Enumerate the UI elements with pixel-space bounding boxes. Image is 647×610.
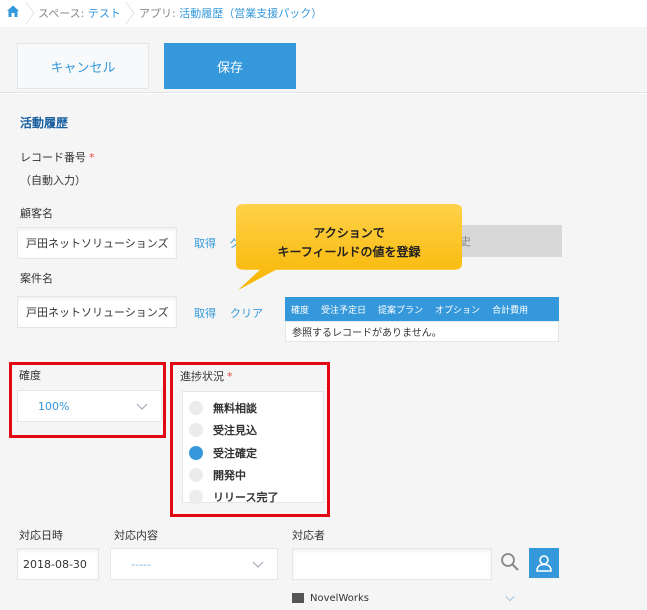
- person-search-input[interactable]: [292, 548, 492, 580]
- callout-line-2: キーフィールドの値を登録: [277, 245, 421, 259]
- content-value: -----: [131, 557, 151, 571]
- chevron-down-icon: [252, 561, 264, 568]
- save-button[interactable]: 保存: [164, 43, 296, 89]
- user-icon: [536, 555, 552, 572]
- breadcrumb-space[interactable]: スペース: テスト: [38, 5, 121, 21]
- content-label: 対応内容: [114, 529, 158, 542]
- column-header: 合計費用: [492, 305, 529, 316]
- record-no-label: レコード番号 *: [20, 149, 95, 165]
- record-no-label-text: レコード番号: [20, 151, 86, 164]
- column-header: 提案プラン: [378, 305, 424, 316]
- date-input[interactable]: 2018-08-30: [17, 548, 99, 580]
- breadcrumb-space-name[interactable]: テスト: [88, 7, 121, 20]
- home-icon[interactable]: [6, 4, 20, 18]
- related-records-table: 確度 受注予定日 提案プラン オプション 合計費用 参照するレコードがありません…: [285, 297, 559, 342]
- selected-user: NovelWorks: [292, 586, 562, 610]
- search-button[interactable]: [496, 548, 524, 576]
- person-label: 対応者: [292, 529, 325, 542]
- selected-user-name: NovelWorks: [310, 592, 369, 604]
- cancel-button[interactable]: キャンセル: [17, 43, 149, 89]
- customer-input[interactable]: 戸田ネットソリューションズ: [17, 227, 177, 259]
- breadcrumb-separator-icon: [125, 1, 135, 25]
- column-header: 確度: [291, 305, 310, 316]
- chevron-down-icon[interactable]: [504, 592, 516, 604]
- group-title: 活動履歴: [20, 116, 69, 130]
- case-input[interactable]: 戸田ネットソリューションズ: [17, 296, 177, 328]
- case-fetch-link[interactable]: 取得: [194, 305, 216, 321]
- related-records-header: 確度 受注予定日 提案プラン オプション 合計費用: [285, 297, 559, 321]
- callout-line-1: アクションで: [313, 226, 385, 240]
- highlight-box-certainty: [9, 362, 166, 438]
- date-label: 対応日時: [19, 529, 63, 542]
- breadcrumb-app-name[interactable]: 活動履歴（営業支援パック）: [179, 7, 322, 20]
- customer-label: 顧客名: [20, 207, 53, 220]
- related-records-empty: 参照するレコードがありません。: [285, 321, 559, 342]
- case-label: 案件名: [20, 272, 53, 285]
- column-header: オプション: [435, 305, 481, 316]
- breadcrumb-separator-icon: [25, 1, 35, 25]
- breadcrumb-space-label: スペース:: [38, 7, 88, 20]
- breadcrumb-app-label: アプリ:: [139, 7, 180, 20]
- breadcrumb-app[interactable]: アプリ: 活動履歴（営業支援パック）: [139, 5, 322, 21]
- breadcrumb: スペース: テスト アプリ: 活動履歴（営業支援パック）: [0, 0, 647, 26]
- column-header: 受注予定日: [321, 305, 367, 316]
- user-picker-button[interactable]: [529, 548, 559, 578]
- record-no-value: （自動入力）: [20, 174, 86, 187]
- customer-fetch-link[interactable]: 取得: [194, 235, 216, 251]
- record-toolbar: キャンセル 保存: [0, 27, 647, 93]
- case-clear-link[interactable]: クリア: [230, 305, 263, 321]
- content-select[interactable]: -----: [110, 548, 278, 580]
- required-mark: *: [89, 151, 95, 164]
- avatar: [292, 593, 304, 603]
- search-icon: [501, 553, 519, 571]
- annotation-callout: アクションで キーフィールドの値を登録: [236, 204, 462, 294]
- highlight-box-progress: [170, 362, 330, 517]
